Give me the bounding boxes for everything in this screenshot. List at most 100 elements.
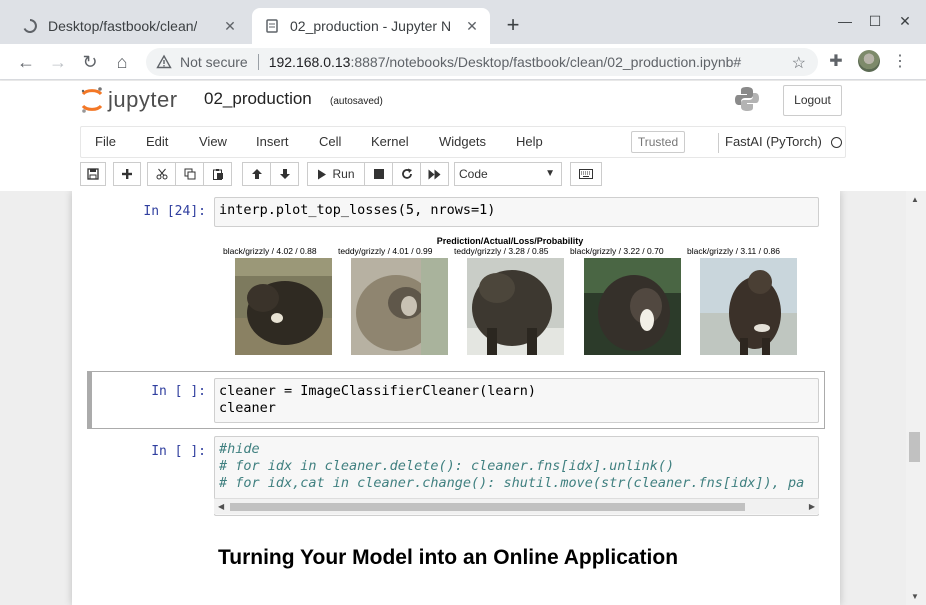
- thumb-label: teddy/grizzly / 4.01 / 0.99: [338, 246, 433, 256]
- restart-run-all-button[interactable]: [420, 162, 449, 186]
- cell-prompt: In [ ]:: [151, 444, 206, 459]
- play-icon: [318, 169, 327, 179]
- jupyter-logo-text: jupyter: [108, 87, 178, 112]
- arrow-up-icon: [251, 169, 262, 179]
- menu-widgets[interactable]: Widgets: [439, 134, 486, 149]
- plus-icon: [122, 169, 132, 179]
- insert-cell-button[interactable]: [113, 162, 141, 186]
- home-icon[interactable]: ⌂: [110, 50, 134, 74]
- divider: [718, 133, 719, 153]
- code-line: # for idx in cleaner.delete(): cleaner.f…: [219, 458, 675, 474]
- code-line: interp.plot_top_losses(5, nrows=1): [219, 202, 496, 218]
- cut-cell-button[interactable]: [147, 162, 176, 186]
- top-losses-figure: Prediction/Actual/Loss/Probability black…: [218, 235, 802, 357]
- notebook-name[interactable]: 02_production: [204, 89, 312, 109]
- close-tab-icon[interactable]: ✕: [222, 18, 238, 34]
- tab-title: 02_production - Jupyter N: [290, 18, 452, 34]
- interrupt-kernel-button[interactable]: [364, 162, 393, 186]
- move-up-button[interactable]: [242, 162, 271, 186]
- chevron-down-icon: ▼: [545, 168, 555, 179]
- new-tab-button[interactable]: +: [502, 14, 524, 37]
- loading-icon: [23, 19, 37, 33]
- notebook-page-icon: [266, 19, 278, 33]
- close-window-button[interactable]: ✕: [894, 10, 916, 32]
- code-line: cleaner = ImageClassifierCleaner(learn): [219, 383, 536, 399]
- thumb-label: black/grizzly / 3.11 / 0.86: [687, 246, 780, 256]
- restart-icon: [401, 168, 412, 179]
- menu-view[interactable]: View: [199, 134, 227, 149]
- jupyter-header: jupyter 02_production (autosaved) Logout…: [0, 81, 926, 191]
- divider: [257, 54, 259, 70]
- thumb-label: black/grizzly / 4.02 / 0.88: [223, 246, 317, 256]
- keyboard-icon: [579, 169, 593, 179]
- reload-icon[interactable]: ↻: [78, 50, 102, 74]
- notebook-scroll-area[interactable]: In [24]: interp.plot_top_losses(5, nrows…: [0, 191, 926, 605]
- figure-title: Prediction/Actual/Loss/Probability: [436, 236, 584, 246]
- code-line: #hide: [219, 441, 260, 457]
- cell-prompt: In [24]:: [143, 204, 206, 219]
- minimize-button[interactable]: —: [834, 10, 856, 32]
- save-button[interactable]: [80, 162, 106, 186]
- arrow-down-icon: [279, 169, 290, 179]
- bear-image: [467, 258, 564, 355]
- address-bar[interactable]: Not secure 192.168.0.13:8887/notebooks/D…: [146, 48, 818, 76]
- profile-avatar[interactable]: [858, 50, 880, 72]
- jupyter-logo-icon: [81, 87, 103, 113]
- copy-cell-button[interactable]: [175, 162, 204, 186]
- paste-cell-button[interactable]: [203, 162, 232, 186]
- menu-insert[interactable]: Insert: [256, 134, 289, 149]
- scroll-left-icon[interactable]: ◀: [218, 502, 224, 511]
- python-logo-icon: [735, 87, 759, 111]
- browser-tab-notebook[interactable]: 02_production - Jupyter N ✕: [252, 8, 490, 44]
- url-host: 192.168.0.13: [268, 54, 351, 70]
- autosave-status: (autosaved): [330, 96, 383, 107]
- vertical-scrollbar[interactable]: ▲ ▼: [906, 191, 926, 605]
- bear-image: [700, 258, 797, 355]
- move-down-button[interactable]: [270, 162, 299, 186]
- bear-image: [584, 258, 681, 355]
- scroll-up-icon[interactable]: ▲: [911, 195, 919, 204]
- command-palette-button[interactable]: [570, 162, 602, 186]
- bookmark-star-icon[interactable]: ☆: [792, 53, 806, 73]
- code-line: # for idx,cat in cleaner.change(): shuti…: [219, 475, 805, 491]
- maximize-button[interactable]: ☐: [864, 10, 886, 32]
- scrollbar-thumb[interactable]: [230, 503, 745, 511]
- not-secure-label: Not secure: [180, 54, 248, 70]
- thumb-label: teddy/grizzly / 3.28 / 0.85: [454, 246, 549, 256]
- cell-type-value: Code: [459, 167, 488, 181]
- extensions-puzzle-icon[interactable]: ✚: [824, 50, 848, 74]
- kernel-name[interactable]: FastAI (PyTorch): [725, 134, 822, 149]
- thumb-label: black/grizzly / 3.22 / 0.70: [570, 246, 664, 256]
- run-label: Run: [332, 167, 355, 181]
- bear-image: [235, 258, 332, 355]
- more-menu-icon[interactable]: ⋮: [888, 50, 912, 74]
- scrollbar-thumb[interactable]: [909, 432, 920, 462]
- markdown-heading: Turning Your Model into an Online Applic…: [218, 546, 679, 569]
- back-arrow-icon[interactable]: ←: [14, 50, 38, 74]
- trusted-badge[interactable]: Trusted: [631, 131, 685, 153]
- fast-forward-icon: [428, 169, 441, 179]
- cell-prompt: In [ ]:: [151, 384, 206, 399]
- restart-kernel-button[interactable]: [392, 162, 421, 186]
- forward-arrow-icon[interactable]: →: [46, 50, 70, 74]
- tab-title: Desktop/fastbook/clean/: [48, 18, 198, 34]
- menu-file[interactable]: File: [95, 134, 116, 149]
- copy-icon: [184, 168, 195, 180]
- menu-edit[interactable]: Edit: [146, 134, 168, 149]
- code-cell-input[interactable]: interp.plot_top_losses(5, nrows=1): [214, 197, 819, 227]
- run-button[interactable]: Run: [307, 162, 365, 186]
- logout-button[interactable]: Logout: [783, 85, 842, 116]
- horizontal-scrollbar[interactable]: ◀ ▶: [214, 498, 819, 514]
- scroll-down-icon[interactable]: ▼: [911, 592, 919, 601]
- menu-kernel[interactable]: Kernel: [371, 134, 409, 149]
- code-cell-input[interactable]: cleaner = ImageClassifierCleaner(learn) …: [214, 378, 819, 423]
- close-tab-icon[interactable]: ✕: [464, 18, 480, 34]
- notebook-menubar: File Edit View Insert Cell Kernel Widget…: [80, 126, 846, 158]
- menu-cell[interactable]: Cell: [319, 134, 341, 149]
- cell-type-select[interactable]: Code ▼: [454, 162, 562, 186]
- bear-image: [351, 258, 448, 355]
- jupyter-logo[interactable]: jupyter: [80, 84, 178, 116]
- browser-tab-files[interactable]: Desktop/fastbook/clean/ ✕: [10, 8, 248, 44]
- menu-help[interactable]: Help: [516, 134, 543, 149]
- scroll-right-icon[interactable]: ▶: [809, 502, 815, 511]
